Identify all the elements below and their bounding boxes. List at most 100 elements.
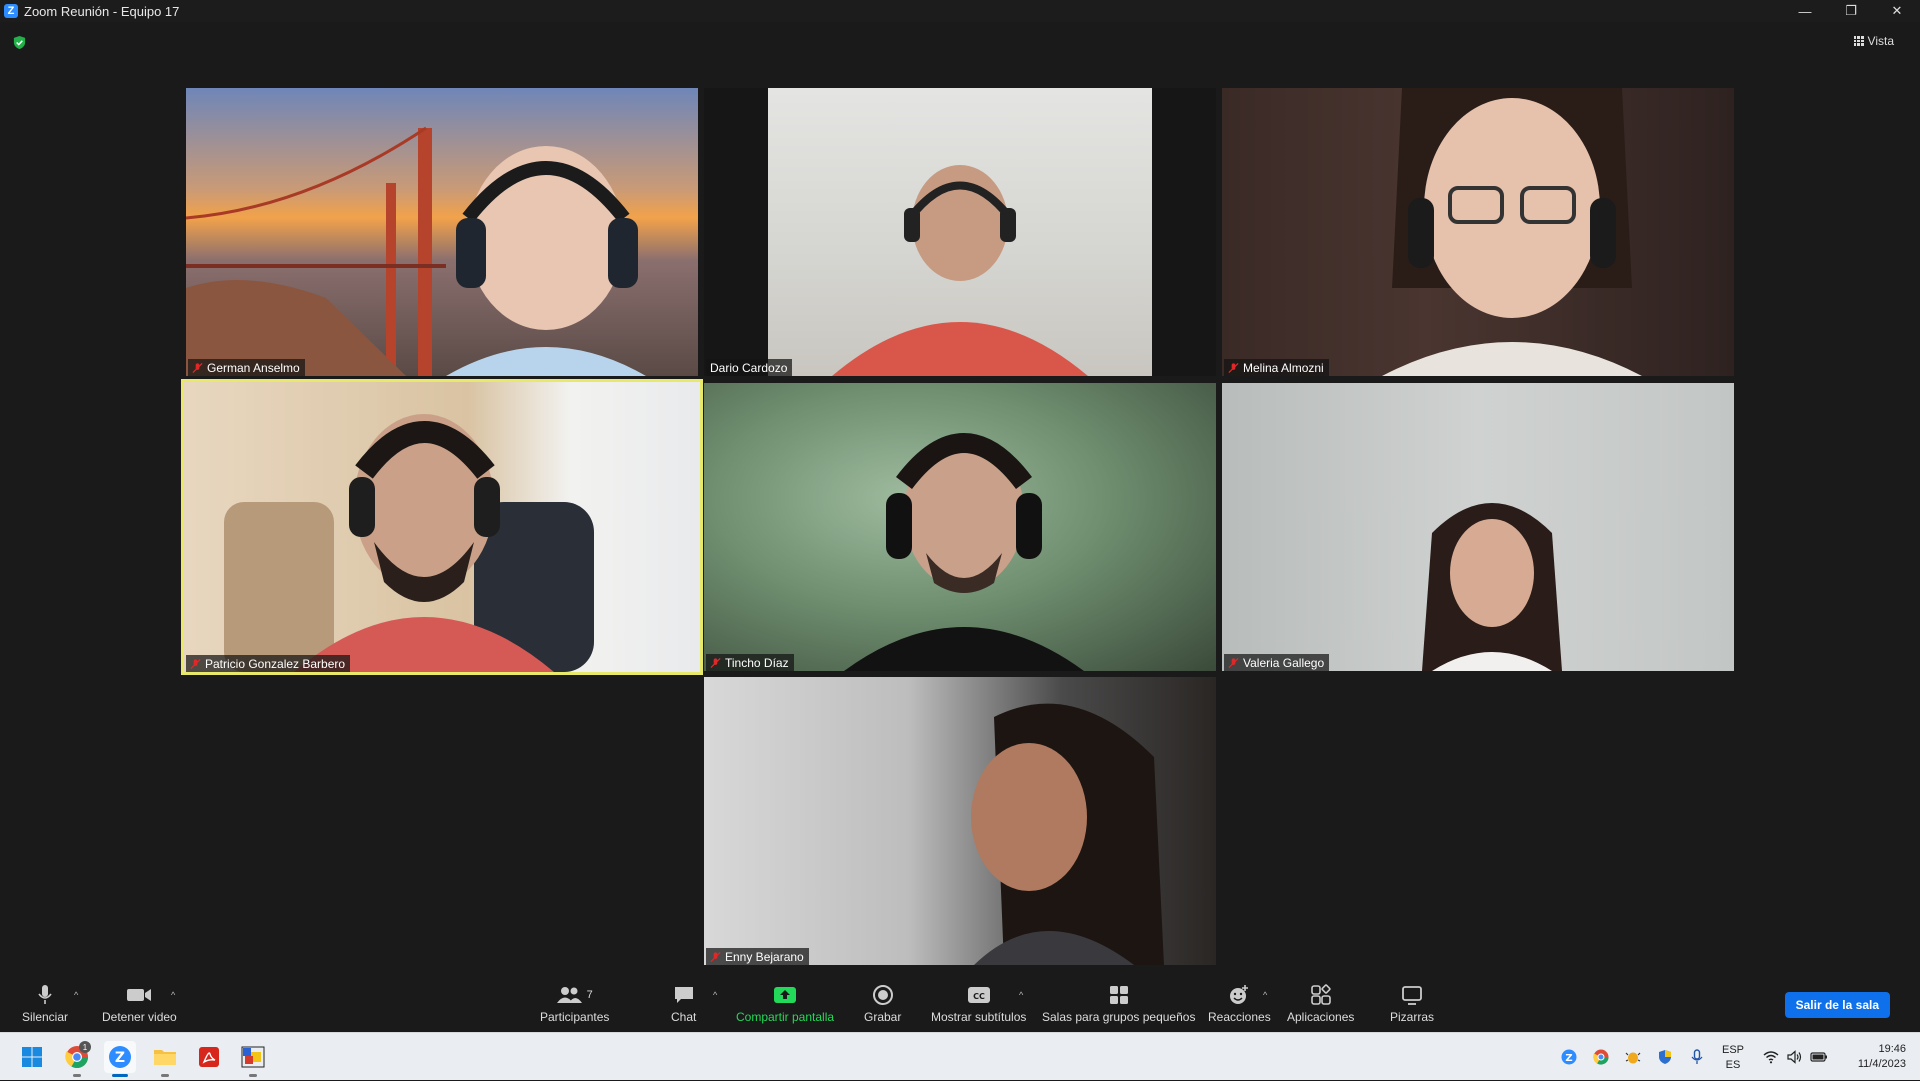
reactions-label: Reacciones <box>1208 1010 1271 1024</box>
taskbar-file-explorer[interactable] <box>149 1041 181 1077</box>
participant-silhouette <box>446 146 646 376</box>
zoom-logo-icon: Z <box>4 4 18 18</box>
acrobat-pdf-icon <box>199 1047 219 1067</box>
close-button[interactable]: ✕ <box>1874 0 1920 22</box>
taskbar-chrome[interactable]: 1 <box>61 1041 93 1077</box>
captions-options-caret-icon[interactable]: ^ <box>1019 990 1023 1000</box>
windows-start-icon <box>22 1047 42 1067</box>
video-tile[interactable]: Tincho Díaz <box>704 383 1216 671</box>
apps-icon <box>1310 984 1331 1005</box>
reactions-options-caret-icon[interactable]: ^ <box>1263 990 1267 1000</box>
breakout-rooms-icon <box>1109 986 1128 1004</box>
video-tile[interactable]: German Anselmo <box>186 88 698 376</box>
taskbar-zoom[interactable]: Z <box>104 1041 136 1077</box>
participant-name: Melina Almozni <box>1243 360 1324 375</box>
view-button[interactable]: Vista <box>1853 34 1894 48</box>
chat-label: Chat <box>671 1010 697 1024</box>
minimize-button[interactable]: — <box>1782 0 1828 22</box>
captions-button[interactable]: CC Mostrar subtítulos <box>931 984 1026 1024</box>
clock[interactable]: 19:46 11/4/2023 <box>1858 1042 1906 1072</box>
share-screen-icon <box>774 987 797 1003</box>
chat-options-caret-icon[interactable]: ^ <box>713 990 717 1000</box>
svg-text:CC: CC <box>973 992 985 1001</box>
participant-silhouette <box>832 165 1088 376</box>
participants-count: 7 <box>586 989 593 1001</box>
input-language[interactable]: ESP ES <box>1722 1043 1744 1073</box>
record-button[interactable]: Grabar <box>864 984 901 1024</box>
clock-date: 11/4/2023 <box>1857 1058 1906 1070</box>
participants-icon <box>556 987 582 1003</box>
participant-name-tag: Valeria Gallego <box>1224 654 1330 671</box>
quick-settings[interactable] <box>1762 1033 1828 1081</box>
colorful-app-icon <box>241 1046 265 1068</box>
system-tray: Z <box>1560 1033 1706 1081</box>
tray-chrome-icon[interactable] <box>1592 1048 1610 1066</box>
reactions-button[interactable]: Reacciones <box>1208 984 1271 1024</box>
microphone-icon <box>38 985 52 1004</box>
leave-room-button[interactable]: Salir de la sala <box>1784 992 1890 1018</box>
restore-button[interactable]: ❐ <box>1828 0 1874 22</box>
audio-options-caret-icon[interactable]: ^ <box>74 990 78 1000</box>
video-tile[interactable]: Valeria Gallego <box>1222 383 1734 671</box>
share-screen-label: Compartir pantalla <box>736 1010 835 1024</box>
video-tile[interactable]: Melina Almozni <box>1222 88 1734 376</box>
mute-button[interactable]: Silenciar <box>22 984 68 1024</box>
participant-name: Dario Cardozo <box>710 360 788 375</box>
camera-icon <box>127 989 152 1001</box>
clock-time: 19:46 <box>1878 1043 1906 1055</box>
apps-button[interactable]: Aplicaciones <box>1287 984 1354 1024</box>
taskbar-app[interactable] <box>237 1041 269 1077</box>
chat-button[interactable]: Chat <box>671 984 696 1024</box>
stop-video-label: Detener video <box>102 1010 177 1024</box>
video-tile[interactable]: Enny Bejarano <box>704 677 1216 965</box>
video-tile-active-speaker[interactable]: Patricio Gonzalez Barbero <box>181 379 703 675</box>
running-indicator <box>161 1074 169 1077</box>
chrome-badge: 1 <box>79 1041 91 1053</box>
taskbar: 1 Z Z ESP ES 19:46 11/4/2023 <box>0 1032 1920 1080</box>
running-indicator <box>249 1074 257 1077</box>
keyboard-layout: ES <box>1725 1059 1741 1071</box>
muted-mic-icon <box>192 362 203 373</box>
participant-name-tag: Melina Almozni <box>1224 359 1329 376</box>
title-bar: Z Zoom Reunión - Equipo 17 — ❐ ✕ <box>0 0 1920 22</box>
breakout-rooms-button[interactable]: Salas para grupos pequeños <box>1042 984 1195 1024</box>
folder-icon <box>154 1050 176 1065</box>
running-indicator <box>73 1074 81 1077</box>
muted-mic-icon <box>1228 657 1239 668</box>
zoom-app-icon: Z <box>109 1046 131 1068</box>
mute-label: Silenciar <box>22 1010 69 1024</box>
video-tile[interactable]: Dario Cardozo <box>704 88 1216 376</box>
svg-text:Z: Z <box>115 1050 125 1066</box>
share-screen-button[interactable]: Compartir pantalla <box>736 984 834 1024</box>
participants-label: Participantes <box>540 1010 610 1024</box>
stop-video-button[interactable]: Detener video <box>102 984 177 1024</box>
participant-name-tag: German Anselmo <box>188 359 305 376</box>
whiteboards-label: Pizarras <box>1390 1010 1435 1024</box>
view-button-label: Vista <box>1867 34 1894 48</box>
participant-name-tag: Enny Bejarano <box>706 948 809 965</box>
muted-mic-icon <box>1228 362 1239 373</box>
whiteboards-button[interactable]: Pizarras <box>1390 984 1434 1024</box>
tray-bug-icon[interactable] <box>1624 1048 1642 1066</box>
window-title: Zoom Reunión - Equipo 17 <box>24 3 180 19</box>
participant-silhouette <box>1422 503 1562 671</box>
participant-name: German Anselmo <box>207 360 300 375</box>
participant-silhouette <box>844 433 1084 671</box>
participant-silhouette <box>971 703 1164 965</box>
participant-name-tag: Tincho Díaz <box>706 654 794 671</box>
video-options-caret-icon[interactable]: ^ <box>171 990 175 1000</box>
tray-security-shield-icon[interactable] <box>1656 1048 1674 1066</box>
record-icon <box>872 985 893 1005</box>
taskbar-acrobat[interactable] <box>193 1041 225 1073</box>
participant-silhouette <box>224 414 594 672</box>
active-indicator <box>112 1074 128 1077</box>
tray-microphone-icon[interactable] <box>1688 1048 1706 1066</box>
participant-name-tag: Dario Cardozo <box>706 359 793 376</box>
record-label: Grabar <box>864 1010 902 1024</box>
chat-icon <box>674 987 693 1003</box>
shield-icon[interactable] <box>12 35 27 50</box>
battery-charging-icon <box>1810 1048 1828 1066</box>
participants-button[interactable]: 7 Participantes <box>540 984 609 1024</box>
tray-zoom-icon[interactable]: Z <box>1560 1048 1578 1066</box>
start-button[interactable] <box>16 1041 48 1073</box>
